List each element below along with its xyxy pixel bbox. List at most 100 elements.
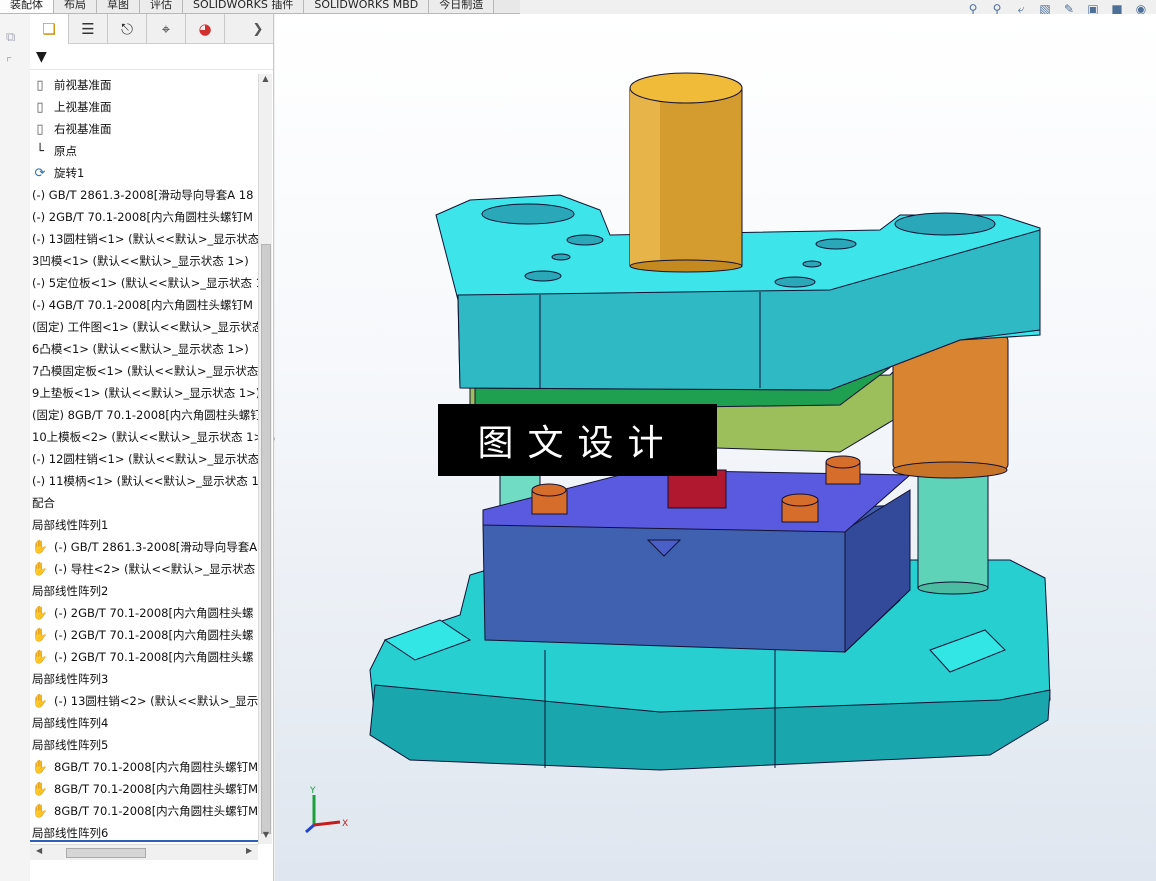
tree-item-label: 上视基准面 <box>54 100 112 114</box>
tab-0[interactable]: 装配体 <box>0 0 54 13</box>
tree-item-label: 8GB/T 70.1-2008[内六角圆柱头螺钉M <box>54 760 258 774</box>
tree-item[interactable]: (固定) 工件图<1> (默认<<默认>_显示状态 <box>30 316 258 338</box>
watermark-label: 图文设计 <box>438 404 717 476</box>
tree-item[interactable]: 10上模板<2> (默认<<默认>_显示状态 1>) <box>30 426 258 448</box>
tree-item[interactable]: ✋ (-) GB/T 2861.3-2008[滑动导向导套A <box>30 536 258 558</box>
filter-bar[interactable]: ▼ <box>30 44 273 70</box>
tree-item-label: 3凹模<1> (默认<<默认>_显示状态 1>) <box>32 254 249 268</box>
property-manager-icon[interactable]: ☰ <box>69 14 108 44</box>
tree-item[interactable]: ▯ 前视基准面 <box>30 74 258 96</box>
scroll-right-icon[interactable]: ▶ <box>246 846 252 855</box>
tree-item[interactable]: 局部线性阵列2 <box>30 580 258 602</box>
rollback-bar[interactable] <box>30 840 258 842</box>
left-strip: ⧉ ⌜ <box>0 14 30 881</box>
tree-item[interactable]: 局部线性阵列5 <box>30 734 258 756</box>
tree-item-label: 8GB/T 70.1-2008[内六角圆柱头螺钉M <box>54 804 258 818</box>
triad-y-label: Y <box>309 786 316 796</box>
tree-item[interactable]: (-) 4GB/T 70.1-2008[内六角圆柱头螺钉M <box>30 294 258 316</box>
tree-item-label: 旋转1 <box>54 166 85 180</box>
tree-item[interactable]: ✋ 8GB/T 70.1-2008[内六角圆柱头螺钉M <box>30 800 258 822</box>
tree-item[interactable]: 局部线性阵列3 <box>30 668 258 690</box>
tree-item-label: (-) 2GB/T 70.1-2008[内六角圆柱头螺 <box>54 606 254 620</box>
tree-item[interactable]: (-) 11模柄<1> (默认<<默认>_显示状态 1 <box>30 470 258 492</box>
feature-manager-icon[interactable]: ❏ <box>30 14 69 44</box>
tree-item-label: (-) GB/T 2861.3-2008[滑动导向导套A <box>54 540 258 554</box>
tree-item[interactable]: (固定) 8GB/T 70.1-2008[内六角圆柱头螺钉 <box>30 404 258 426</box>
tree-item-label: (-) 13圆柱销<2> (默认<<默认>_显示 <box>54 694 258 708</box>
tree-item-label: (-) GB/T 2861.3-2008[滑动导向导套A 18 <box>32 188 254 202</box>
tab-5[interactable]: SOLIDWORKS MBD <box>304 0 430 13</box>
tree-item[interactable]: 配合 <box>30 492 258 514</box>
tree-item[interactable]: 局部线性阵列1 <box>30 514 258 536</box>
tree-item[interactable]: (-) 5定位板<1> (默认<<默认>_显示状态 1 <box>30 272 258 294</box>
tree-item-label: 局部线性阵列1 <box>32 518 109 532</box>
smart-dimension-icon[interactable]: ⌜ <box>6 56 12 71</box>
tree-item[interactable]: ⟳ 旋转1 <box>30 162 258 184</box>
tree-item[interactable]: ✋ (-) 2GB/T 70.1-2008[内六角圆柱头螺 <box>30 602 258 624</box>
tree-item[interactable]: (-) 13圆柱销<1> (默认<<默认>_显示状态 <box>30 228 258 250</box>
tree-item[interactable]: ▯ 右视基准面 <box>30 118 258 140</box>
tab-1[interactable]: 布局 <box>54 0 97 13</box>
panel-tabs: ❏ ☰ ⎋ ⌖ ◕ ❯ <box>30 14 273 44</box>
scroll-up-icon[interactable]: ▲ <box>259 74 272 88</box>
tree-item-label: (-) 2GB/T 70.1-2008[内六角圆柱头螺 <box>54 628 254 642</box>
tree-item[interactable]: 局部线性阵列4 <box>30 712 258 734</box>
tree-item[interactable]: 6凸模<1> (默认<<默认>_显示状态 1>) <box>30 338 258 360</box>
tree-item[interactable]: ✋ (-) 13圆柱销<2> (默认<<默认>_显示 <box>30 690 258 712</box>
tree-item[interactable]: (-) GB/T 2861.3-2008[滑动导向导套A 18 <box>30 184 258 206</box>
tree-item[interactable]: ✋ (-) 2GB/T 70.1-2008[内六角圆柱头螺 <box>30 646 258 668</box>
pattern-icon: ✋ <box>31 649 49 665</box>
tree-item[interactable]: 9上垫板<1> (默认<<默认>_显示状态 1>) <box>30 382 258 404</box>
tree-item-label: 局部线性阵列4 <box>32 716 109 730</box>
scroll-left-icon[interactable]: ◀ <box>36 846 42 855</box>
vertical-scrollbar[interactable]: ▲ ▼ <box>258 74 272 844</box>
sketch-icon[interactable]: ⧉ <box>6 30 15 45</box>
tree-item[interactable]: 3凹模<1> (默认<<默认>_显示状态 1>) <box>30 250 258 272</box>
tree-item-label: 局部线性阵列3 <box>32 672 109 686</box>
pattern-icon: ✋ <box>31 781 49 797</box>
tab-4[interactable]: SOLIDWORKS 插件 <box>183 0 305 13</box>
pattern-icon: ✋ <box>31 539 49 555</box>
tree-item-label: 10上模板<2> (默认<<默认>_显示状态 1>) <box>32 430 258 444</box>
tab-2[interactable]: 草图 <box>97 0 140 13</box>
origin-icon: └ <box>36 143 44 159</box>
feature-manager-panel: ❏ ☰ ⎋ ⌖ ◕ ❯ ▼ ▯ 前视基准面 ▯ 上视基准面 ▯ 右视基准面 └ 原点 ⟳ 旋转1 (… <box>30 14 281 881</box>
tree-item-label: 配合 <box>32 496 55 510</box>
plane-icon: ▯ <box>36 99 44 115</box>
horizontal-scrollbar[interactable]: ◀ ▶ <box>30 844 258 860</box>
pattern-icon: ✋ <box>31 627 49 643</box>
tree-item-label: 8GB/T 70.1-2008[内六角圆柱头螺钉M <box>54 782 258 796</box>
tree-item-label: 右视基准面 <box>54 122 112 136</box>
command-manager-tabs: 装配体 布局 草图 评估 SOLIDWORKS 插件 SOLIDWORKS MBD 今日制造 <box>0 0 520 14</box>
tree-item-label: (-) 导柱<2> (默认<<默认>_显示状态 <box>54 562 256 576</box>
scroll-thumb[interactable] <box>261 244 271 834</box>
tree-item[interactable]: ✋ (-) 导柱<2> (默认<<默认>_显示状态 <box>30 558 258 580</box>
configuration-manager-icon[interactable]: ⎋ <box>108 14 147 44</box>
tree-item[interactable]: ✋ 8GB/T 70.1-2008[内六角圆柱头螺钉M <box>30 778 258 800</box>
filter-icon[interactable]: ▼ <box>36 49 47 65</box>
tree-item[interactable]: ✋ 8GB/T 70.1-2008[内六角圆柱头螺钉M <box>30 756 258 778</box>
dimxpert-icon[interactable]: ⌖ <box>147 14 186 44</box>
plane-icon: ▯ <box>36 77 44 93</box>
triad-x-label: X <box>342 819 348 829</box>
tree-item[interactable]: └ 原点 <box>30 140 258 162</box>
tab-6[interactable]: 今日制造 <box>429 0 495 13</box>
pattern-icon: ✋ <box>31 605 49 621</box>
tree-item-label: (-) 5定位板<1> (默认<<默认>_显示状态 1 <box>32 276 258 290</box>
tree-item-label: 局部线性阵列5 <box>32 738 109 752</box>
tree-item[interactable]: (-) 12圆柱销<1> (默认<<默认>_显示状态 <box>30 448 258 470</box>
tree-item-label: (固定) 工件图<1> (默认<<默认>_显示状态 <box>32 320 258 334</box>
tree-item[interactable]: 7凸模固定板<1> (默认<<默认>_显示状态 <box>30 360 258 382</box>
scroll-down-icon[interactable]: ▼ <box>259 830 273 844</box>
display-manager-icon[interactable]: ◕ <box>186 14 225 44</box>
h-scroll-thumb[interactable] <box>66 848 146 858</box>
tree-item[interactable]: (-) 2GB/T 70.1-2008[内六角圆柱头螺钉M <box>30 206 258 228</box>
pattern-icon: ✋ <box>31 693 49 709</box>
tree-item[interactable]: ▯ 上视基准面 <box>30 96 258 118</box>
tree-item-label: (-) 2GB/T 70.1-2008[内六角圆柱头螺 <box>54 650 254 664</box>
tab-3[interactable]: 评估 <box>140 0 183 13</box>
revolve-icon: ⟳ <box>34 165 46 181</box>
tree-item-label: 局部线性阵列2 <box>32 584 109 598</box>
chevron-right-icon[interactable]: ❯ <box>243 14 273 44</box>
tree-item[interactable]: ✋ (-) 2GB/T 70.1-2008[内六角圆柱头螺 <box>30 624 258 646</box>
